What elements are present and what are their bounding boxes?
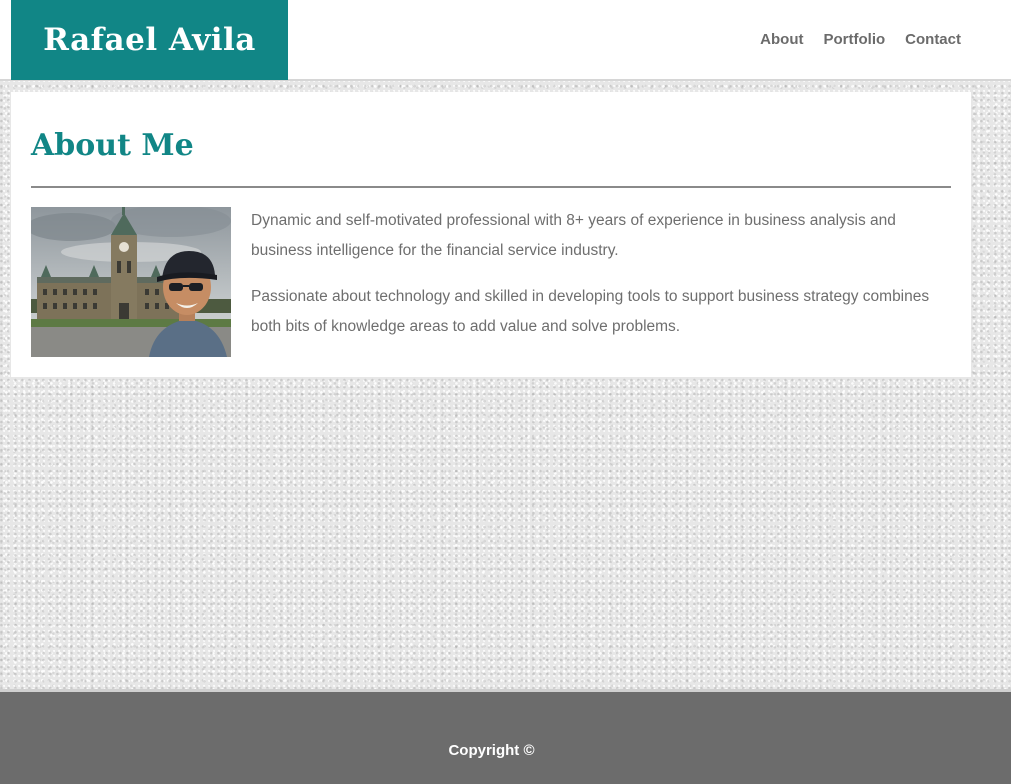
nav-link-about[interactable]: About: [760, 31, 803, 48]
main-nav: About Portfolio Contact: [760, 31, 961, 48]
site-footer: Copyright ©: [0, 689, 1011, 784]
copyright-text: Copyright ©: [448, 742, 535, 759]
bio-paragraph-2: Passionate about technology and skilled …: [251, 288, 930, 335]
site-title[interactable]: Rafael Avila: [43, 22, 256, 58]
site-header: Rafael Avila About Portfolio Contact: [0, 0, 1011, 81]
nav-link-contact[interactable]: Contact: [905, 31, 961, 48]
about-card: About Me Dynamic and self-motivated prof…: [11, 92, 971, 377]
heading-divider: [31, 186, 951, 188]
profile-photo: [31, 207, 231, 357]
about-heading: About Me: [31, 128, 194, 163]
nav-link-portfolio[interactable]: Portfolio: [824, 31, 886, 48]
site-logo[interactable]: Rafael Avila: [11, 0, 288, 80]
bio-paragraph-1: Dynamic and self-motivated professional …: [251, 212, 896, 259]
bio-text: Dynamic and self-motivated professional …: [251, 206, 956, 358]
